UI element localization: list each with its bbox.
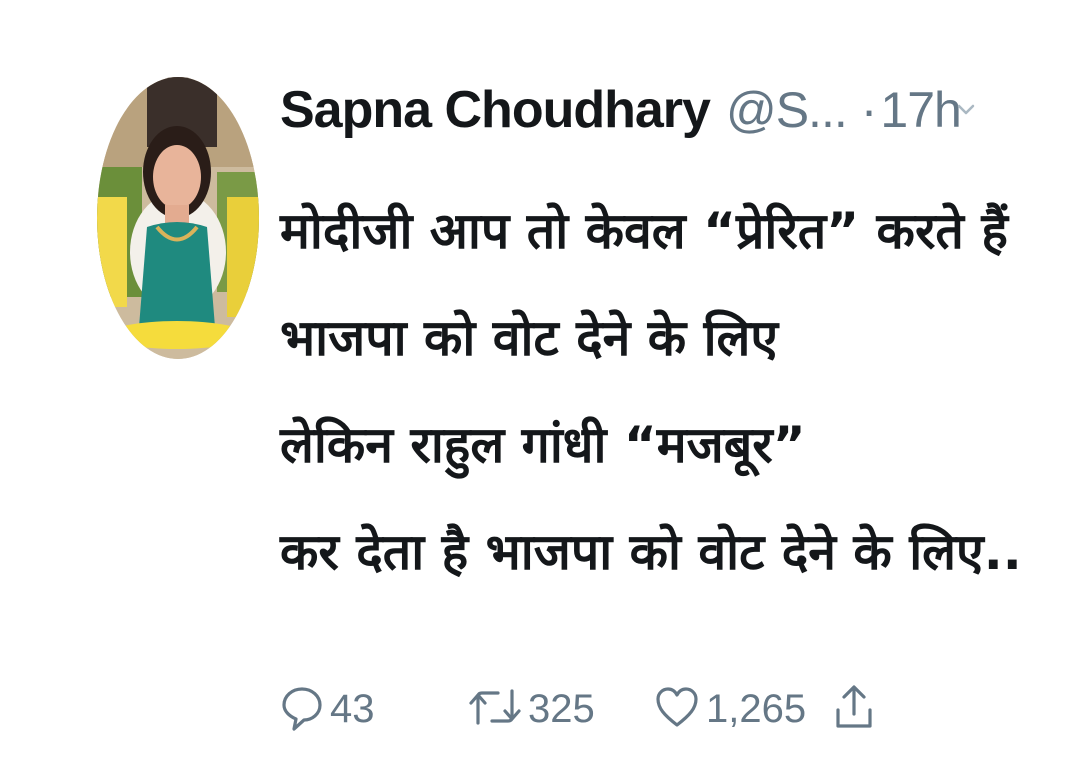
reply-button[interactable]: 43 bbox=[280, 676, 375, 742]
retweet-count: 325 bbox=[528, 686, 595, 731]
tweet-text: मोदीजी आप तो केवल “प्रेरित” करते हैं भाज… bbox=[280, 178, 1040, 606]
tweet-text-line: कर देता है भाजपा को वोट देने के लिए.. bbox=[280, 523, 1022, 581]
tweet-text-line: लेकिन राहुल गांधी “मजबूर” bbox=[280, 416, 806, 474]
chevron-down-icon[interactable] bbox=[955, 98, 977, 120]
tweet-text-line: मोदीजी आप तो केवल “प्रेरित” करते हैं bbox=[280, 202, 1008, 260]
retweet-icon bbox=[468, 683, 522, 736]
share-icon bbox=[832, 682, 876, 737]
tweet-header: Sapna Choudhary @S... · 17h bbox=[280, 80, 962, 152]
author-handle[interactable]: @S... bbox=[726, 81, 848, 139]
like-button[interactable]: 1,265 bbox=[654, 676, 806, 742]
avatar[interactable] bbox=[97, 77, 259, 359]
share-button[interactable] bbox=[832, 676, 876, 742]
tweet-card[interactable]: Sapna Choudhary @S... · 17h मोदीजी आप तो… bbox=[0, 0, 1080, 775]
separator: · bbox=[860, 82, 878, 138]
reply-count: 43 bbox=[330, 686, 375, 731]
retweet-button[interactable]: 325 bbox=[468, 676, 595, 742]
tweet-text-line: भाजपा को वोट देने के लिए bbox=[280, 309, 779, 367]
timestamp[interactable]: 17h bbox=[880, 81, 961, 139]
like-count: 1,265 bbox=[706, 686, 807, 731]
heart-icon bbox=[654, 684, 700, 735]
author-name[interactable]: Sapna Choudhary bbox=[280, 80, 711, 140]
reply-icon bbox=[280, 683, 324, 736]
